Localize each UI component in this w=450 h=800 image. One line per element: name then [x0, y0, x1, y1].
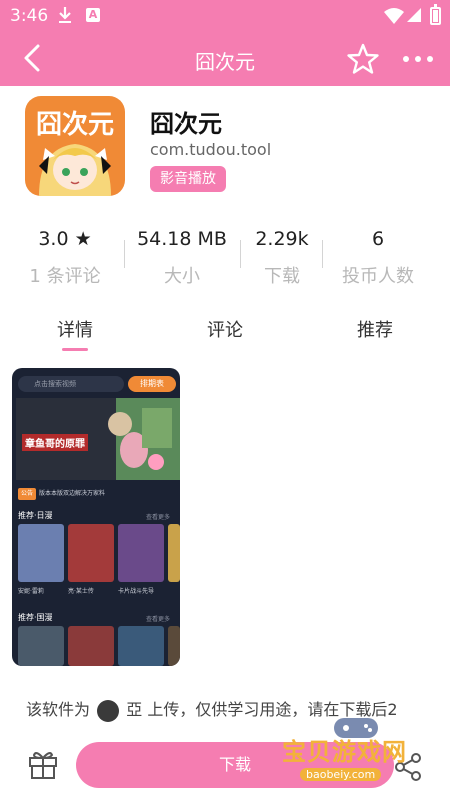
stat-coin-users: 6 投币人数 [318, 226, 438, 288]
top-bar: 3:46 A 囧次元 [0, 0, 450, 86]
uploader-avatar[interactable] [97, 699, 120, 722]
preview-schedule-button: 排期表 [128, 376, 176, 392]
preview-section-more: 查看更多 [145, 616, 170, 623]
category-badge[interactable]: 影音播放 [150, 166, 226, 192]
preview-search-bar: 点击搜索视频 [18, 376, 124, 392]
preview-thumbnail [168, 524, 180, 582]
app-header: 囧次元 [0, 32, 450, 86]
uploader-name[interactable]: 亞 [126, 700, 142, 719]
download-status-icon [59, 7, 71, 23]
preview-thumbnail [118, 524, 164, 582]
anime-girl-icon [39, 144, 111, 196]
status-bar: 3:46 A [0, 0, 450, 32]
stat-value: 3.0 ★ [38, 228, 92, 250]
active-tab-indicator [62, 348, 88, 351]
preview-notice: 公告 版本本版双边解决万家料 [18, 488, 176, 500]
watermark-url: baobeiy.com [300, 768, 382, 781]
signal-icon [407, 8, 421, 22]
stat-value: 6 [371, 228, 385, 250]
preview-thumbnail [18, 626, 64, 666]
preview-thumbnail [68, 626, 114, 666]
preview-banner: 章鱼哥的原罪 [16, 398, 180, 480]
banner-title: 章鱼哥的原罪 [22, 434, 88, 451]
stat-label[interactable]: 1 条评论 [5, 262, 125, 288]
app-icon: 囧次元 [25, 96, 125, 196]
tab-comments[interactable]: 评论 [150, 316, 300, 342]
favorite-star-icon[interactable] [346, 42, 380, 76]
notice-badge: 公告 [18, 488, 37, 500]
battery-icon [430, 4, 441, 25]
app-name: 囧次元 [150, 110, 222, 138]
wifi-icon [384, 8, 404, 24]
watermark-title: 宝贝游戏网 [282, 738, 407, 766]
tab-details[interactable]: 详情 [0, 316, 150, 342]
preview-thumbnail [68, 524, 114, 582]
preview-thumbnail [168, 626, 180, 666]
preview-section-more: 查看更多 [145, 514, 170, 521]
preview-thumbnail [118, 626, 164, 666]
preview-caption: 亮·某士传 [68, 588, 94, 595]
a-status-icon: A [86, 8, 100, 22]
preview-caption: 卡片战斗先导 [118, 588, 155, 595]
gift-icon[interactable] [26, 746, 60, 780]
page-title: 囧次元 [195, 50, 255, 74]
stat-label: 投币人数 [342, 266, 414, 287]
status-time: 3:46 [10, 6, 49, 26]
watermark: 宝贝游戏网 baobeiy.com [272, 712, 432, 788]
more-options-icon[interactable] [398, 42, 438, 76]
uploader-prefix: 该软件为 [26, 700, 91, 719]
stat-rating: 3.0 ★ 1 条评论 [5, 226, 125, 288]
preview-caption: 安妮·雷莉 [18, 588, 44, 595]
notice-text: 版本本版双边解决万家料 [39, 490, 106, 497]
preview-section-title: 推荐·日漫 [18, 511, 53, 520]
screenshot-preview[interactable]: 点击搜索视频 排期表 章鱼哥的原罪 公告 版本本版双边解决万家料 推荐·日漫 查看… [12, 368, 180, 666]
preview-section-title: 推荐·国漫 [18, 613, 53, 622]
preview-thumbnail [18, 524, 64, 582]
tab-recommend[interactable]: 推荐 [300, 316, 450, 342]
app-package: com.tudou.tool [150, 140, 272, 159]
